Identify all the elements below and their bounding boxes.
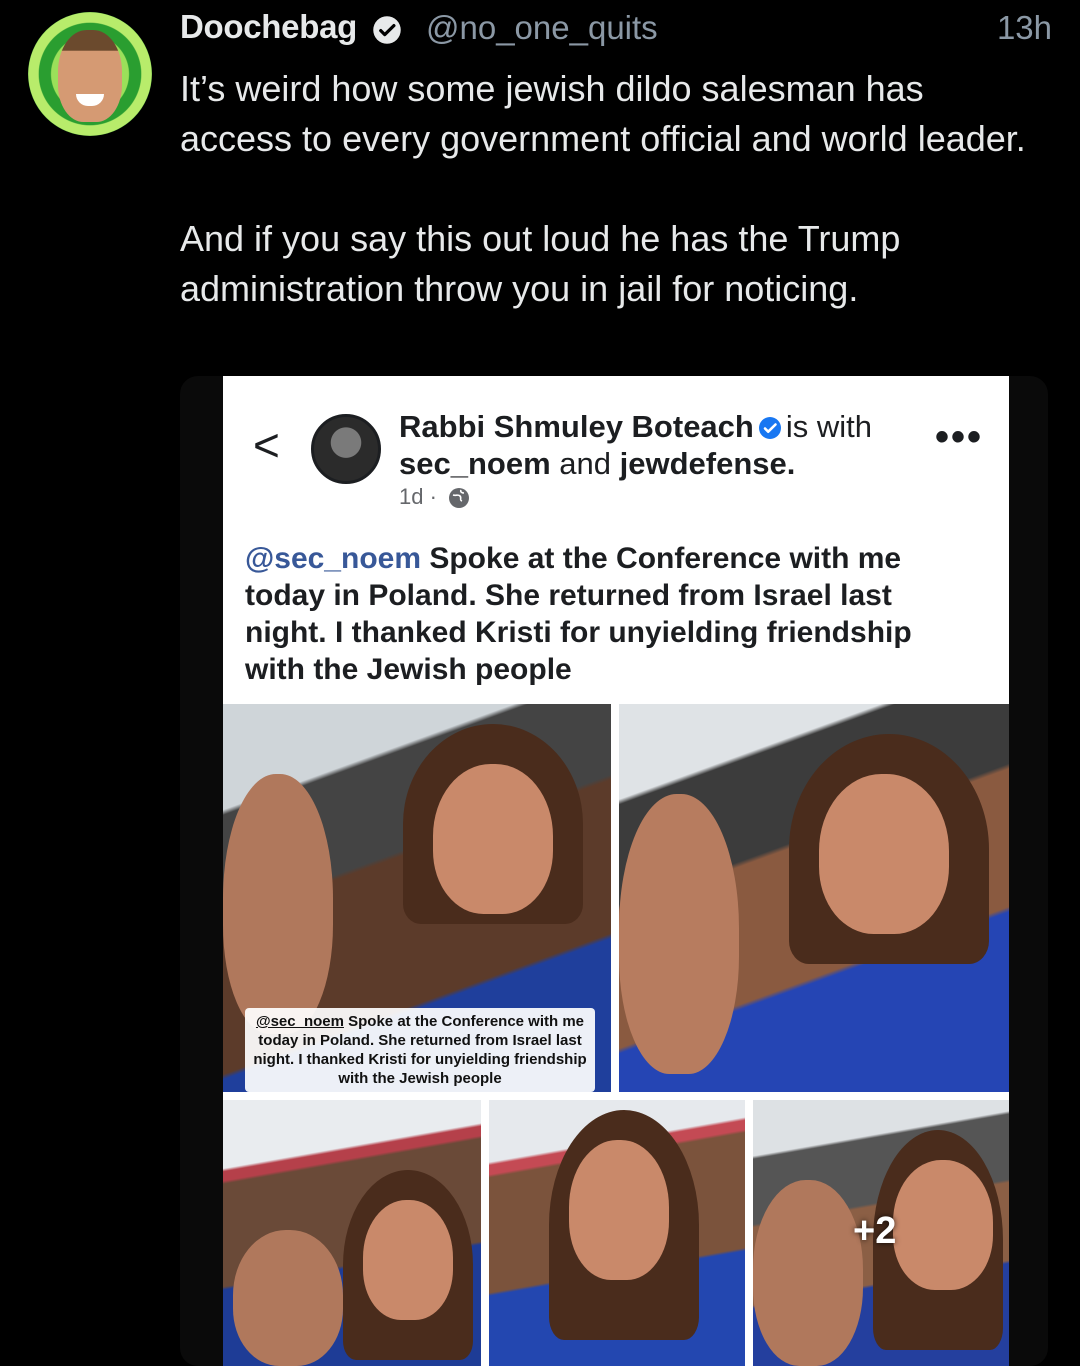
post-timestamp[interactable]: 13h <box>997 9 1052 47</box>
photo-figure <box>893 1160 993 1290</box>
photo-figure <box>223 774 333 1034</box>
photo-1: @sec_noem Spoke at the Conference with m… <box>223 704 611 1092</box>
embedded-screenshot: < Rabbi Shmuley Boteach is with sec_noem … <box>223 376 1009 1366</box>
globe-icon <box>449 488 470 508</box>
user-handle[interactable]: @no_one_quits <box>426 9 658 47</box>
photo-figure <box>753 1180 863 1366</box>
photo-figure <box>363 1200 453 1320</box>
embedded-post-age: 1d · <box>399 484 437 509</box>
embedded-author-avatar <box>311 414 381 484</box>
verified-badge-icon <box>373 16 401 44</box>
embedded-caption: @sec_noem Spoke at the Conference with m… <box>245 540 975 688</box>
caption-mention: @sec_noem <box>245 542 422 575</box>
more-options-icon: ••• <box>934 415 983 459</box>
more-photos-badge[interactable]: +2 <box>853 1210 896 1253</box>
photo-figure <box>233 1230 343 1366</box>
tweet-paragraph: And if you say this out loud he has the … <box>180 218 901 309</box>
photo-5[interactable]: +2 <box>753 1100 1009 1366</box>
tweet-paragraph: It’s weird how some jewish dildo salesma… <box>180 68 1026 159</box>
verified-badge-icon <box>758 417 781 439</box>
and-text: and <box>559 446 611 481</box>
tagged-user: jewdefense. <box>619 446 796 481</box>
profile-avatar[interactable] <box>28 12 152 136</box>
tweet-text: It’s weird how some jewish dildo salesma… <box>180 64 1040 314</box>
embedded-author-name: Rabbi Shmuley Boteach <box>399 409 754 444</box>
photo-figure <box>433 764 553 914</box>
display-name[interactable]: Doochebag <box>180 8 357 46</box>
embedded-post-meta: 1d · <box>399 484 471 510</box>
tweet-header: Doochebag @no_one_quits 13h <box>180 6 1052 50</box>
photo-4 <box>489 1100 745 1366</box>
avatar-face <box>58 30 122 122</box>
photo-figure <box>619 794 739 1074</box>
photo-caption-mention: @sec_noem <box>255 1013 344 1030</box>
tagged-user: sec_noem <box>399 446 551 481</box>
back-chevron-icon: < <box>253 419 280 471</box>
is-with-text: is with <box>785 409 872 444</box>
photo-caption-overlay: @sec_noem Spoke at the Conference with m… <box>245 1008 595 1092</box>
photo-2 <box>619 704 1009 1092</box>
photo-figure <box>569 1140 669 1280</box>
photo-3 <box>223 1100 481 1366</box>
embedded-author-line: Rabbi Shmuley Boteach is with sec_noem an… <box>399 408 939 482</box>
photo-figure <box>819 774 949 934</box>
tweet-media[interactable]: < Rabbi Shmuley Boteach is with sec_noem … <box>180 376 1048 1366</box>
